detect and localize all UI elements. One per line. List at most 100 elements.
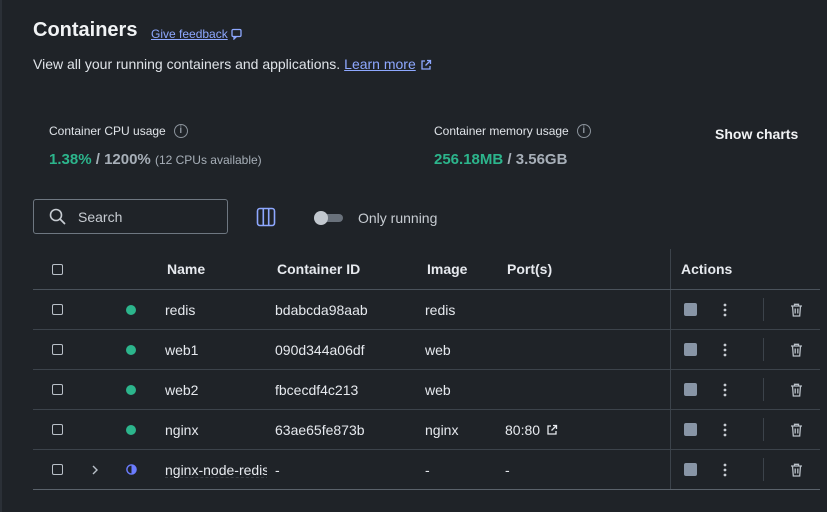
row-checkbox[interactable] <box>52 464 63 475</box>
container-name[interactable]: nginx-node-redis <box>165 462 267 478</box>
action-separator <box>763 378 764 401</box>
search-input[interactable] <box>76 207 220 226</box>
kebab-icon <box>723 463 727 476</box>
memory-usage-value: 256.18MB / 3.56GB <box>434 151 567 168</box>
table-row[interactable]: nginx-node-redis - - - <box>33 450 820 490</box>
select-all-checkbox[interactable] <box>52 263 63 275</box>
row-checkbox[interactable] <box>52 304 63 315</box>
subtitle-text: View all your running containers and app… <box>33 56 341 72</box>
external-link-icon <box>421 59 431 70</box>
delete-button[interactable] <box>790 370 803 409</box>
info-icon[interactable]: i <box>173 124 188 138</box>
memory-usage-label: Container memory usage i <box>434 124 591 138</box>
kebab-icon <box>723 303 727 316</box>
kebab-icon <box>723 423 727 436</box>
container-id: bdabcda98aab <box>275 301 368 318</box>
container-image[interactable]: nginx <box>425 410 458 449</box>
stop-button[interactable] <box>684 303 697 316</box>
external-link-icon <box>547 424 558 435</box>
stop-button[interactable] <box>684 383 697 396</box>
more-actions-button[interactable] <box>723 290 727 329</box>
info-icon[interactable]: i <box>576 124 591 138</box>
status-running-icon <box>126 344 136 355</box>
container-ports[interactable]: 80:80 <box>505 422 540 438</box>
columns-toggle-button[interactable] <box>256 207 276 232</box>
container-name[interactable]: web2 <box>165 370 198 409</box>
only-running-toggle[interactable] <box>314 211 343 225</box>
stop-button[interactable] <box>684 463 697 476</box>
row-checkbox[interactable] <box>52 384 63 395</box>
cpu-usage-label-text: Container CPU usage <box>49 124 166 138</box>
cpu-total: 1200% <box>104 151 151 168</box>
more-actions-button[interactable] <box>723 450 727 489</box>
action-separator <box>763 338 764 361</box>
column-header-container-id[interactable]: Container ID <box>277 249 360 289</box>
search-box[interactable] <box>33 199 228 234</box>
trash-icon <box>791 343 802 357</box>
trash-icon <box>791 423 802 437</box>
cpu-note: (12 CPUs available) <box>154 153 262 167</box>
trash-icon <box>791 303 802 317</box>
show-charts-button[interactable]: Show charts <box>715 126 798 142</box>
table-header-row: Name Container ID Image Port(s) Actions <box>33 249 820 290</box>
row-checkbox[interactable] <box>52 424 63 435</box>
container-id: - <box>275 461 280 478</box>
more-actions-button[interactable] <box>723 330 727 369</box>
more-actions-button[interactable] <box>723 370 727 409</box>
only-running-label: Only running <box>358 210 438 226</box>
cpu-separator: / <box>91 151 105 168</box>
memory-usage-label-text: Container memory usage <box>434 124 569 138</box>
container-image: - <box>425 461 430 478</box>
window-edge <box>0 0 2 512</box>
status-running-icon <box>126 304 136 315</box>
stop-button[interactable] <box>684 423 697 436</box>
action-separator <box>763 418 764 441</box>
container-id: fbcecdf4c213 <box>275 381 359 398</box>
delete-button[interactable] <box>790 330 803 369</box>
container-image[interactable]: web <box>425 370 451 409</box>
page-title: Containers <box>33 19 138 41</box>
more-actions-button[interactable] <box>723 410 727 449</box>
kebab-icon <box>723 343 727 356</box>
columns-icon <box>256 207 276 227</box>
row-checkbox[interactable] <box>52 344 63 355</box>
column-header-image[interactable]: Image <box>427 249 467 289</box>
cpu-usage-label: Container CPU usage i <box>49 124 188 138</box>
container-image[interactable]: redis <box>425 290 455 329</box>
container-ports: - <box>505 461 510 478</box>
feedback-icon <box>231 28 242 40</box>
stop-button[interactable] <box>684 343 697 356</box>
delete-button[interactable] <box>790 450 803 489</box>
delete-button[interactable] <box>790 410 803 449</box>
learn-more-link[interactable]: Learn more <box>344 56 416 72</box>
memory-used: 256.18MB <box>434 151 504 168</box>
column-header-name[interactable]: Name <box>167 249 205 289</box>
container-name[interactable]: web1 <box>165 330 198 369</box>
column-header-ports[interactable]: Port(s) <box>507 249 552 289</box>
container-name[interactable]: redis <box>165 290 195 329</box>
cpu-used: 1.38% <box>49 151 92 168</box>
status-partial-icon <box>126 464 137 475</box>
delete-button[interactable] <box>790 290 803 329</box>
table-row[interactable]: nginx 63ae65fe873b nginx 80:80 <box>33 410 820 450</box>
container-name[interactable]: nginx <box>165 410 198 449</box>
action-separator <box>763 298 764 321</box>
cpu-usage-value: 1.38% / 1200% (12 CPUs available) <box>49 151 262 168</box>
container-image[interactable]: web <box>425 330 451 369</box>
containers-table: Name Container ID Image Port(s) Actions … <box>33 249 820 490</box>
column-header-actions: Actions <box>681 261 733 277</box>
give-feedback-label[interactable]: Give feedback <box>151 27 228 41</box>
table-row[interactable]: web1 090d344a06df web <box>33 330 820 370</box>
container-id: 63ae65fe873b <box>275 421 365 438</box>
table-row[interactable]: redis bdabcda98aab redis <box>33 290 820 330</box>
trash-icon <box>791 463 802 477</box>
expand-button[interactable] <box>91 450 99 489</box>
status-running-icon <box>126 384 136 395</box>
search-icon <box>49 208 66 225</box>
page-subtitle: View all your running containers and app… <box>33 56 432 72</box>
toggle-knob <box>314 211 328 225</box>
give-feedback-link[interactable]: Give feedback <box>151 27 243 41</box>
table-row[interactable]: web2 fbcecdf4c213 web <box>33 370 820 410</box>
kebab-icon <box>723 383 727 396</box>
port-link[interactable]: 80:80 <box>505 410 558 449</box>
